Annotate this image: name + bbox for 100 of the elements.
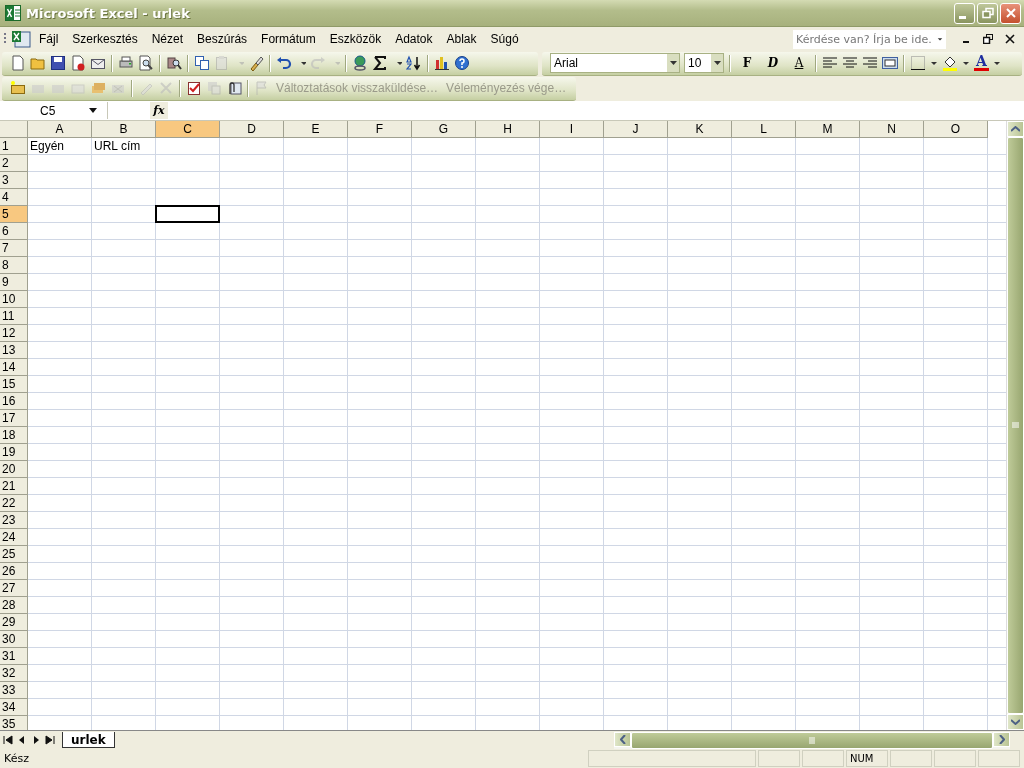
align-center-icon[interactable] <box>842 55 858 71</box>
row-header[interactable]: 33 <box>0 682 28 699</box>
column-header[interactable]: J <box>604 121 668 138</box>
row-header[interactable]: 12 <box>0 325 28 342</box>
row-header[interactable]: 11 <box>0 308 28 325</box>
caret-icon[interactable] <box>89 108 97 113</box>
grip-icon[interactable] <box>1012 422 1019 429</box>
clipboard-icon[interactable] <box>214 55 230 71</box>
row-header[interactable]: 18 <box>0 427 28 444</box>
font-size-field[interactable]: 10 <box>684 53 724 73</box>
row-header[interactable]: 4 <box>0 189 28 206</box>
row-header[interactable]: 14 <box>0 359 28 376</box>
font-name-field[interactable]: Arial <box>550 53 680 73</box>
minimize-button[interactable] <box>954 2 975 24</box>
bold-button[interactable]: F <box>736 56 758 70</box>
row-header[interactable]: 24 <box>0 529 28 546</box>
row-header[interactable]: 32 <box>0 665 28 682</box>
row-header[interactable]: 22 <box>0 495 28 512</box>
sheet-tab[interactable]: urlek <box>62 732 115 748</box>
column-header[interactable]: E <box>284 121 348 138</box>
row-header[interactable]: 1 <box>0 138 28 155</box>
font-color-button[interactable]: A <box>974 55 989 71</box>
caret-icon[interactable] <box>713 61 721 65</box>
row-header[interactable]: 34 <box>0 699 28 716</box>
row-header[interactable]: 6 <box>0 223 28 240</box>
row-header[interactable]: 35 <box>0 716 28 730</box>
row-header[interactable]: 7 <box>0 240 28 257</box>
insert-function-button[interactable]: fx <box>150 102 168 119</box>
research-icon[interactable] <box>166 55 182 71</box>
restore-button[interactable] <box>977 2 998 24</box>
horizontal-scrollbar[interactable] <box>614 731 1010 749</box>
column-header[interactable]: I <box>540 121 604 138</box>
column-header[interactable]: L <box>732 121 796 138</box>
row-header[interactable]: 16 <box>0 393 28 410</box>
scroll-right-icon[interactable] <box>998 734 1005 744</box>
row-header[interactable]: 3 <box>0 172 28 189</box>
borders-icon[interactable] <box>910 55 926 71</box>
row-header[interactable]: 10 <box>0 291 28 308</box>
menu-item[interactable]: Ablak <box>440 30 483 48</box>
row-header[interactable]: 31 <box>0 648 28 665</box>
fill-color-icon[interactable] <box>942 55 958 71</box>
document-icon[interactable] <box>70 55 86 71</box>
menu-item[interactable]: Eszközök <box>323 30 388 48</box>
row-header[interactable]: 13 <box>0 342 28 359</box>
row-header[interactable]: 28 <box>0 597 28 614</box>
menu-item[interactable]: Formátum <box>255 30 322 48</box>
row-header[interactable]: 19 <box>0 444 28 461</box>
column-header[interactable]: B <box>92 121 156 138</box>
row-header[interactable]: 27 <box>0 580 28 597</box>
column-header[interactable]: A <box>28 121 92 138</box>
row-header[interactable]: 9 <box>0 274 28 291</box>
spreadsheet-icon[interactable] <box>11 30 31 48</box>
row-header[interactable]: 8 <box>0 257 28 274</box>
last-sheet-icon[interactable] <box>44 734 56 746</box>
column-header[interactable]: C <box>156 121 220 138</box>
align-left-icon[interactable] <box>822 55 838 71</box>
scroll-up-icon[interactable] <box>1011 126 1020 132</box>
restore-icon[interactable] <box>983 34 993 44</box>
column-header[interactable]: H <box>476 121 540 138</box>
caret-icon[interactable] <box>669 61 677 65</box>
italic-button[interactable]: D <box>762 56 784 70</box>
column-header[interactable]: O <box>924 121 988 138</box>
help-icon[interactable] <box>454 55 470 71</box>
paintbrush-icon[interactable] <box>248 55 264 71</box>
printer-icon[interactable] <box>118 55 134 71</box>
column-header[interactable]: D <box>220 121 284 138</box>
copy-icon[interactable] <box>194 55 210 71</box>
vertical-scrollbar[interactable] <box>1006 121 1024 730</box>
bar-chart-icon[interactable] <box>434 55 450 71</box>
close-icon[interactable] <box>1005 34 1015 44</box>
menu-item[interactable]: Fájl <box>33 30 65 48</box>
scroll-down-icon[interactable] <box>1011 719 1020 725</box>
row-header[interactable]: 20 <box>0 461 28 478</box>
row-header[interactable]: 15 <box>0 376 28 393</box>
checklist-icon[interactable] <box>186 80 202 96</box>
column-header[interactable]: G <box>412 121 476 138</box>
sum-icon[interactable] <box>372 55 388 71</box>
scroll-left-icon[interactable] <box>619 734 626 744</box>
row-header[interactable]: 2 <box>0 155 28 172</box>
row-header[interactable]: 26 <box>0 563 28 580</box>
grip-icon[interactable] <box>808 736 816 744</box>
toolbar-grip-icon[interactable] <box>4 32 7 46</box>
align-right-icon[interactable] <box>862 55 878 71</box>
print-preview-icon[interactable] <box>138 55 154 71</box>
menu-item[interactable]: Nézet <box>145 30 190 48</box>
column-header[interactable]: M <box>796 121 860 138</box>
menu-item[interactable]: Adatok <box>389 30 439 48</box>
menu-item[interactable]: Szerkesztés <box>66 30 144 48</box>
column-header[interactable]: N <box>860 121 924 138</box>
row-header[interactable]: 17 <box>0 410 28 427</box>
row-header[interactable]: 25 <box>0 546 28 563</box>
row-header[interactable]: 5 <box>0 206 28 223</box>
close-button[interactable] <box>1000 2 1021 24</box>
new-document-icon[interactable] <box>10 55 26 71</box>
column-header[interactable]: F <box>348 121 412 138</box>
row-header[interactable]: 21 <box>0 478 28 495</box>
merge-cells-icon[interactable] <box>882 55 898 71</box>
help-search-field[interactable]: Kérdése van? Írja be ide. <box>793 29 946 49</box>
underline-button[interactable]: A <box>788 56 810 70</box>
menu-item[interactable]: Beszúrás <box>191 30 254 48</box>
